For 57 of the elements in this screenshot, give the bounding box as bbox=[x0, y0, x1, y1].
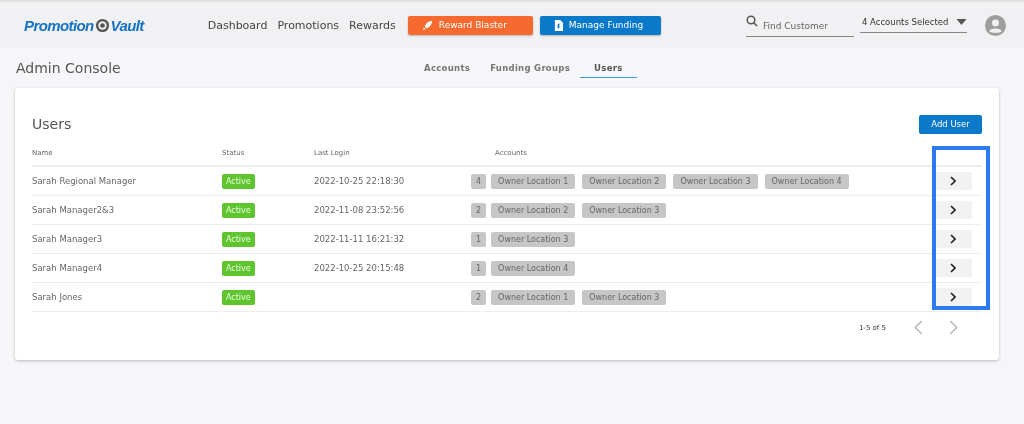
account-count: 4 bbox=[471, 173, 487, 189]
account-chip: Owner Location 1 bbox=[491, 173, 576, 189]
document-icon bbox=[553, 19, 563, 31]
open-user-button[interactable] bbox=[934, 172, 972, 190]
open-user-button[interactable] bbox=[934, 288, 972, 306]
user-name: Sarah Manager3 bbox=[32, 234, 104, 244]
account-count: 2 bbox=[471, 202, 487, 218]
nav-link[interactable]: Rewards bbox=[349, 18, 396, 32]
chevron-right-icon bbox=[950, 234, 956, 244]
caret-icon bbox=[956, 19, 967, 25]
open-user-button[interactable] bbox=[934, 230, 972, 248]
last-login: 2022-11-11 16:21:32 bbox=[313, 234, 406, 244]
accounts-dropdown[interactable]: 4 Accounts Selected bbox=[860, 17, 967, 33]
avatar-icon[interactable] bbox=[985, 14, 1006, 36]
account-chip: Owner Location 3 bbox=[582, 289, 667, 305]
last-login: 2022-11-08 23:52:56 bbox=[313, 205, 406, 215]
rocket-icon bbox=[421, 19, 433, 31]
status-badge: Active bbox=[222, 261, 255, 276]
account-count: 1 bbox=[471, 231, 487, 247]
page-title: Admin Console bbox=[16, 60, 122, 76]
tab[interactable]: Users bbox=[580, 58, 637, 78]
nav-link[interactable]: Promotions bbox=[277, 18, 340, 32]
chevron-right-icon bbox=[950, 205, 956, 215]
open-user-button[interactable] bbox=[934, 201, 972, 219]
account-count: 1 bbox=[471, 260, 487, 276]
chevron-right-icon bbox=[950, 176, 956, 186]
user-name: Sarah Regional Manager bbox=[32, 176, 138, 186]
logo: Promotion Vault bbox=[24, 16, 144, 34]
tab[interactable]: Funding Groups bbox=[480, 58, 581, 78]
add-user-button[interactable]: Add User bbox=[919, 114, 982, 134]
card-title: Users bbox=[32, 116, 72, 132]
account-chip: Owner Location 3 bbox=[582, 202, 667, 218]
account-chip: Owner Location 2 bbox=[582, 173, 667, 189]
account-count: 2 bbox=[471, 289, 487, 305]
chevron-right-icon bbox=[950, 263, 956, 273]
account-chip: Owner Location 4 bbox=[491, 260, 576, 276]
account-chip: Owner Location 3 bbox=[673, 173, 758, 189]
last-login: 2022-10-25 22:18:30 bbox=[313, 176, 406, 186]
account-chip: Owner Location 3 bbox=[491, 231, 576, 247]
account-chip: Owner Location 2 bbox=[491, 202, 576, 218]
tab[interactable]: Accounts bbox=[414, 58, 481, 78]
user-name: Sarah Jones bbox=[32, 292, 84, 302]
search-icon bbox=[746, 14, 758, 27]
search-field[interactable]: Find Customer bbox=[746, 20, 854, 37]
open-user-button[interactable] bbox=[934, 259, 972, 277]
account-chip: Owner Location 4 bbox=[764, 173, 849, 189]
nav-link[interactable]: Dashboard bbox=[207, 18, 268, 32]
status-badge: Active bbox=[222, 174, 255, 189]
user-name: Sarah Manager4 bbox=[32, 263, 104, 273]
user-name: Sarah Manager2&3 bbox=[32, 205, 116, 215]
status-badge: Active bbox=[222, 290, 255, 305]
last-login: 2022-10-25 20:15:48 bbox=[313, 263, 406, 273]
manage-funding-button[interactable]: Manage Funding bbox=[539, 15, 662, 35]
status-badge: Active bbox=[222, 203, 255, 218]
chevron-right-icon bbox=[950, 292, 956, 302]
status-badge: Active bbox=[222, 232, 255, 247]
account-chip: Owner Location 1 bbox=[491, 289, 576, 305]
